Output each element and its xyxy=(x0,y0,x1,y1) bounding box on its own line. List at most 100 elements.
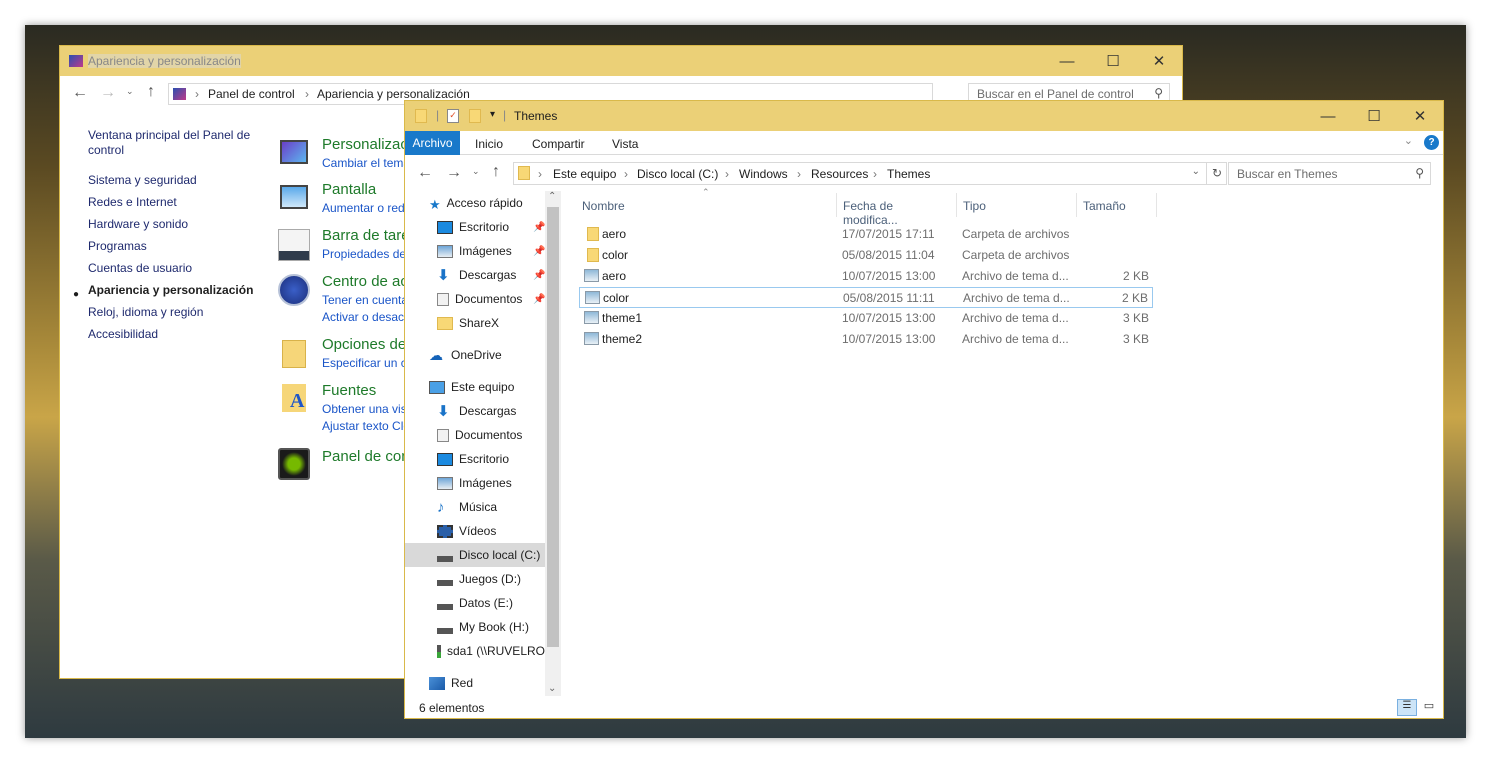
file-row[interactable]: aero 10/07/2015 13:00 Archivo de tema d...… xyxy=(579,266,1153,287)
details-view-button[interactable]: ☰ xyxy=(1397,699,1417,716)
sidebar-item-accessibility[interactable]: Accesibilidad xyxy=(88,327,258,341)
sidebar-item-network[interactable]: Redes e Internet xyxy=(88,195,258,209)
pin-icon[interactable]: 📌 xyxy=(533,222,545,233)
minimize-button[interactable]: — xyxy=(1305,101,1351,131)
help-icon[interactable]: ? xyxy=(1424,135,1439,150)
forward-button[interactable]: → xyxy=(100,84,116,102)
up-button[interactable]: ↑ xyxy=(492,163,500,181)
nav-item[interactable]: Documentos 📌 xyxy=(405,287,545,311)
category-link[interactable]: Obtener una vista xyxy=(322,402,417,416)
column-header-name[interactable]: Nombre xyxy=(582,199,625,213)
tab-vista[interactable]: Vista xyxy=(612,137,638,151)
nav-label: ShareX xyxy=(459,316,500,330)
recent-dropdown[interactable]: ⌄ xyxy=(472,166,480,177)
close-button[interactable]: ✕ xyxy=(1397,101,1443,131)
separator-icon: › xyxy=(305,87,309,101)
address-dropdown-icon[interactable]: ⌄ xyxy=(1192,166,1200,177)
maximize-button[interactable]: ☐ xyxy=(1351,101,1397,131)
nav-item[interactable]: ShareX xyxy=(405,311,545,335)
breadcrumb-item[interactable]: Resources xyxy=(811,167,868,181)
back-button[interactable]: ← xyxy=(417,164,433,182)
properties-quick-icon[interactable]: ✓ xyxy=(447,109,459,123)
nav-item[interactable]: ⬇ Descargas xyxy=(405,399,545,423)
breadcrumb-item[interactable]: Este equipo xyxy=(553,167,616,181)
file-row[interactable]: color 05/08/2015 11:04 Carpeta de archivos xyxy=(579,245,1153,266)
nav-item[interactable]: Vídeos xyxy=(405,519,545,543)
address-bar[interactable]: › Este equipo › Disco local (C:) › Windo… xyxy=(513,162,1227,185)
sidebar-item-accounts[interactable]: Cuentas de usuario xyxy=(88,261,258,275)
file-row[interactable]: theme1 10/07/2015 13:00 Archivo de tema d.… xyxy=(579,308,1153,329)
breadcrumb-item[interactable]: Disco local (C:) xyxy=(637,167,718,181)
nav-item[interactable]: Datos (E:) xyxy=(405,591,545,615)
sidebar-item-hardware[interactable]: Hardware y sonido xyxy=(88,217,258,231)
scroll-up-icon[interactable]: ⌃ xyxy=(548,191,556,202)
file-name: theme2 xyxy=(602,332,643,346)
sidebar-item-system[interactable]: Sistema y seguridad xyxy=(88,173,258,187)
file-type: Carpeta de archivos xyxy=(962,248,1070,262)
sidebar-item-appearance[interactable]: Apariencia y personalización xyxy=(88,283,258,297)
nav-quick-access[interactable]: ★ Acceso rápido xyxy=(405,191,545,215)
nav-label: Juegos (D:) xyxy=(459,572,522,586)
nav-item[interactable]: Documentos xyxy=(405,423,545,447)
nav-item[interactable]: Escritorio xyxy=(405,447,545,471)
breadcrumb-item[interactable]: Themes xyxy=(887,167,930,181)
customize-quick-access-icon[interactable]: ▾ xyxy=(490,109,495,120)
category-link[interactable]: Tener en cuenta xyxy=(322,293,408,307)
category-title[interactable]: Fuentes xyxy=(322,382,376,399)
nav-item[interactable]: Imágenes xyxy=(405,471,545,495)
category-title[interactable]: Pantalla xyxy=(322,181,376,198)
column-header-size[interactable]: Tamaño xyxy=(1083,199,1126,213)
tab-compartir[interactable]: Compartir xyxy=(532,137,585,151)
minimize-button[interactable]: — xyxy=(1044,46,1090,76)
theme-file-icon xyxy=(584,269,599,282)
breadcrumb-item[interactable]: Apariencia y personalización xyxy=(317,87,470,101)
tab-archivo[interactable]: Archivo xyxy=(405,131,460,155)
nav-network[interactable]: Red xyxy=(405,671,545,695)
column-header-date[interactable]: Fecha de modifica... xyxy=(843,199,898,227)
refresh-icon[interactable]: ↻ xyxy=(1206,163,1227,184)
maximize-button[interactable]: ☐ xyxy=(1090,46,1136,76)
nav-scrollbar[interactable]: ⌃ ⌄ xyxy=(545,191,561,696)
file-name: color xyxy=(602,248,629,262)
search-input[interactable]: Buscar en Themes ⚲ xyxy=(1228,162,1431,185)
tab-inicio[interactable]: Inicio xyxy=(475,137,503,151)
sidebar-item-clock[interactable]: Reloj, idioma y región xyxy=(88,305,258,319)
file-row[interactable]: color 05/08/2015 11:11 Archivo de tema d..… xyxy=(579,287,1153,308)
pin-icon[interactable]: 📌 xyxy=(533,270,545,281)
breadcrumb-item[interactable]: Panel de control xyxy=(208,87,295,101)
nav-item[interactable]: Juegos (D:) xyxy=(405,567,545,591)
up-button[interactable]: ↑ xyxy=(147,83,155,101)
breadcrumb-item[interactable]: Windows xyxy=(739,167,788,181)
pin-icon[interactable]: 📌 xyxy=(533,294,545,305)
pin-icon[interactable]: 📌 xyxy=(533,246,545,257)
nav-item-selected[interactable]: Disco local (C:) xyxy=(405,543,545,567)
nav-item[interactable]: sda1 (\\RUVELRO xyxy=(405,639,545,663)
nav-item[interactable]: Escritorio 📌 xyxy=(405,215,545,239)
scroll-down-icon[interactable]: ⌄ xyxy=(548,683,556,694)
separator-icon: › xyxy=(195,87,199,101)
sidebar-item-programs[interactable]: Programas xyxy=(88,239,258,253)
forward-button[interactable]: → xyxy=(446,164,462,182)
sidebar-item-home[interactable]: Ventana principal del Panel de control xyxy=(88,128,258,158)
category-link[interactable]: Cambiar el tema xyxy=(322,156,410,170)
nav-item[interactable]: Imágenes 📌 xyxy=(405,239,545,263)
expand-ribbon-icon[interactable]: ⌄ xyxy=(1404,134,1413,147)
column-header-type[interactable]: Tipo xyxy=(963,199,986,213)
recent-dropdown[interactable]: ⌄ xyxy=(126,86,134,97)
file-row[interactable]: aero 17/07/2015 17:11 Carpeta de archivos xyxy=(579,224,1153,245)
nav-item[interactable]: ♪ Música xyxy=(405,495,545,519)
nav-onedrive[interactable]: ☁ OneDrive xyxy=(405,343,545,367)
new-folder-quick-icon[interactable] xyxy=(469,109,481,123)
file-type: Archivo de tema d... xyxy=(962,311,1069,325)
theme-file-icon xyxy=(584,332,599,345)
nav-item[interactable]: ⬇ Descargas 📌 xyxy=(405,263,545,287)
scrollbar-thumb[interactable] xyxy=(547,207,559,647)
nav-item[interactable]: My Book (H:) xyxy=(405,615,545,639)
drive-icon xyxy=(437,596,453,610)
category-link[interactable]: Propiedades de xyxy=(322,247,406,261)
large-icons-view-button[interactable]: ▭ xyxy=(1419,699,1439,716)
back-button[interactable]: ← xyxy=(72,84,88,102)
file-row[interactable]: theme2 10/07/2015 13:00 Archivo de tema d.… xyxy=(579,329,1153,350)
nav-this-pc[interactable]: Este equipo xyxy=(405,375,545,399)
close-button[interactable]: ✕ xyxy=(1136,46,1182,76)
